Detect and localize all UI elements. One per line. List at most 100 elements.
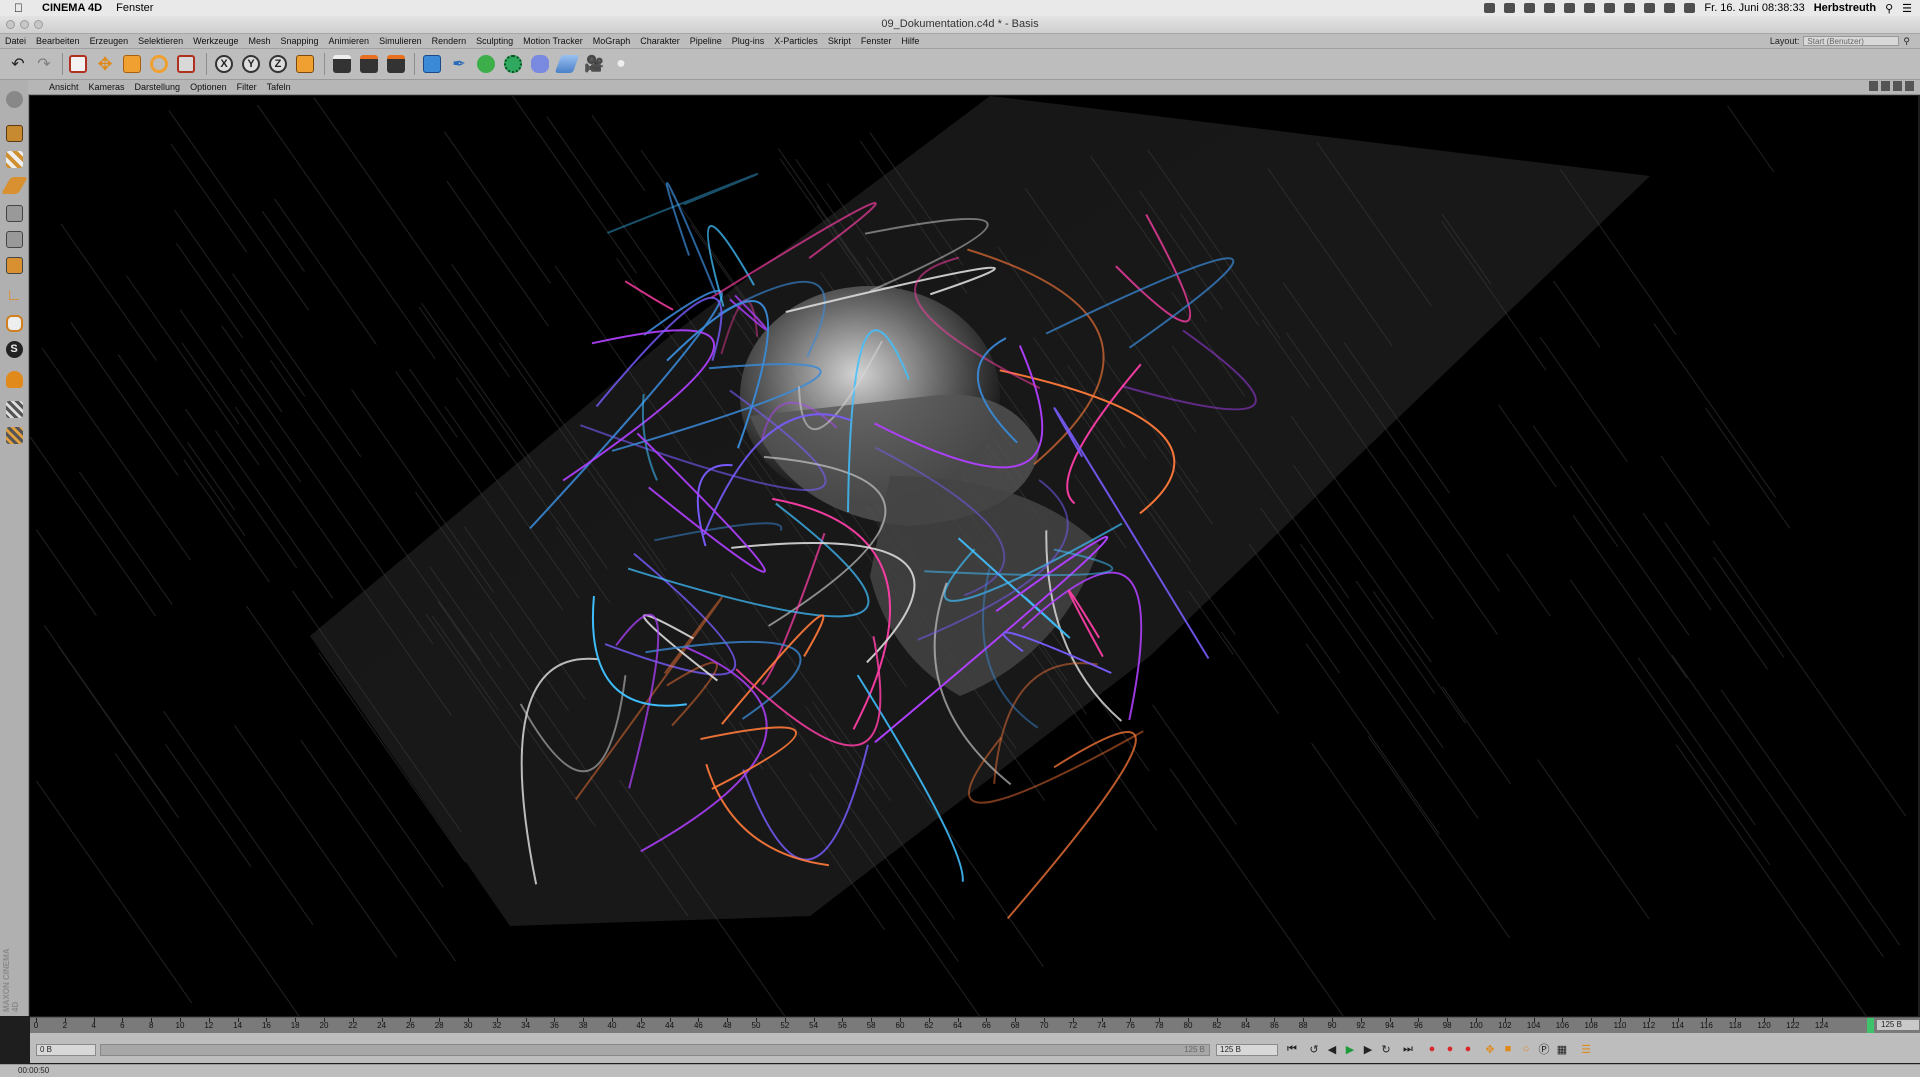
array-button[interactable] (501, 52, 525, 76)
axis-z-button[interactable]: Z (266, 52, 290, 76)
light-button[interactable]: ● (609, 52, 633, 76)
menubar-user[interactable]: Herbstreuth (1814, 2, 1876, 14)
menu-erzeugen[interactable]: Erzeugen (85, 36, 134, 46)
pen-spline-button[interactable]: ✒ (447, 52, 471, 76)
bluetooth-icon[interactable] (1644, 3, 1656, 13)
render-settings-button[interactable] (384, 52, 408, 76)
make-editable-button[interactable] (3, 88, 25, 110)
snapping-button[interactable]: S (3, 338, 25, 360)
menu-x-particles[interactable]: X-Particles (769, 36, 823, 46)
viewport-maximize-icon[interactable] (1905, 81, 1914, 91)
next-frame-button[interactable]: ▶ (1360, 1041, 1376, 1057)
sync-icon[interactable] (1504, 3, 1516, 13)
recent-tool-button[interactable] (174, 52, 198, 76)
menu-mesh[interactable]: Mesh (243, 36, 275, 46)
planar-workplane-button[interactable] (3, 424, 25, 446)
axis-y-button[interactable]: Y (239, 52, 263, 76)
menu-plug-ins[interactable]: Plug-ins (727, 36, 770, 46)
preview-range-slider[interactable]: 125 B (100, 1044, 1210, 1056)
menu-motion-tracker[interactable]: Motion Tracker (518, 36, 588, 46)
menubar-clock[interactable]: Fr. 16. Juni 08:38:33 (1704, 2, 1804, 14)
menu-sculpting[interactable]: Sculpting (471, 36, 518, 46)
axis-x-button[interactable]: X (212, 52, 236, 76)
record-position-button[interactable]: ✥ (1482, 1041, 1498, 1057)
render-view-button[interactable] (330, 52, 354, 76)
app-menu[interactable]: CINEMA 4D (42, 2, 102, 14)
menu-bearbeiten[interactable]: Bearbeiten (31, 36, 85, 46)
search-icon[interactable]: ⚲ (1903, 36, 1910, 47)
viewport-rotate-icon[interactable] (1893, 81, 1902, 91)
prev-keyframe-button[interactable]: ↺ (1306, 1041, 1322, 1057)
deformer-button[interactable] (528, 52, 552, 76)
viewport-zoom-icon[interactable] (1881, 81, 1890, 91)
dropbox-icon[interactable] (1484, 3, 1496, 13)
notification-center-icon[interactable]: ☰ (1902, 2, 1912, 15)
keyframe-selection-button[interactable]: ● (1460, 1041, 1476, 1057)
timeline-window-button[interactable]: ☰ (1578, 1041, 1594, 1057)
redo-button[interactable]: ↷ (32, 52, 56, 76)
scale-tool-button[interactable] (120, 52, 144, 76)
points-mode-button[interactable] (3, 202, 25, 224)
current-frame-marker[interactable] (1867, 1018, 1874, 1033)
move-tool-button[interactable]: ✥ (93, 52, 117, 76)
goto-end-button[interactable]: ⏭ (1400, 1041, 1416, 1057)
menu-fenster[interactable]: Fenster (856, 36, 897, 46)
render-picture-viewer-button[interactable] (357, 52, 381, 76)
subdivision-button[interactable] (474, 52, 498, 76)
wifi-icon[interactable] (1664, 3, 1676, 13)
texture-mode-button[interactable] (3, 148, 25, 170)
end-frame-field[interactable]: 125 B (1216, 1044, 1278, 1056)
menu-werkzeuge[interactable]: Werkzeuge (188, 36, 243, 46)
menu-rendern[interactable]: Rendern (427, 36, 472, 46)
layout-dropdown[interactable]: Start (Benutzer) (1803, 36, 1900, 46)
menu-snapping[interactable]: Snapping (276, 36, 324, 46)
menu-simulieren[interactable]: Simulieren (374, 36, 427, 46)
viewport-menu-kameras[interactable]: Kameras (84, 82, 130, 92)
menu-selektieren[interactable]: Selektieren (133, 36, 188, 46)
menu-pipeline[interactable]: Pipeline (685, 36, 727, 46)
autokey-button[interactable]: ● (1442, 1041, 1458, 1057)
viewport-3d[interactable] (30, 96, 1918, 1016)
menu-datei[interactable]: Datei (0, 36, 31, 46)
viewport-move-icon[interactable] (1869, 81, 1878, 91)
record-rotation-button[interactable]: ○ (1518, 1041, 1534, 1057)
workplane-lock-button[interactable] (3, 398, 25, 420)
menu-skript[interactable]: Skript (823, 36, 856, 46)
live-selection-button[interactable] (66, 52, 90, 76)
rotate-tool-button[interactable] (147, 52, 171, 76)
edges-mode-button[interactable] (3, 228, 25, 250)
camera-button[interactable]: 🎥 (582, 52, 606, 76)
play-button[interactable]: ▶ (1342, 1041, 1358, 1057)
menu-mograph[interactable]: MoGraph (588, 36, 636, 46)
start-frame-field[interactable]: 0 B (36, 1044, 96, 1056)
workplane-mode-button[interactable] (0, 174, 28, 196)
polygons-mode-button[interactable] (3, 254, 25, 276)
record-parameter-button[interactable]: Ⓟ (1536, 1041, 1552, 1057)
viewport-menu-tafeln[interactable]: Tafeln (262, 82, 296, 92)
viewport-menu-filter[interactable]: Filter (232, 82, 262, 92)
undo-button[interactable]: ↶ (6, 52, 30, 76)
cube-button[interactable] (420, 52, 444, 76)
menu-animieren[interactable]: Animieren (324, 36, 375, 46)
menu-hilfe[interactable]: Hilfe (896, 36, 924, 46)
record-scale-button[interactable]: ■ (1500, 1041, 1516, 1057)
coordinate-system-button[interactable] (293, 52, 317, 76)
goto-start-button[interactable]: ⏮ (1284, 1041, 1300, 1057)
timeline-ruler[interactable]: 125 B 0 2 4 6 8 10 12 14 16 18 20 22 24 26 28 30 32 34 36 3… (30, 1017, 1920, 1033)
display-icon[interactable] (1564, 3, 1576, 13)
model-mode-button[interactable] (3, 122, 25, 144)
location-icon[interactable] (1544, 3, 1556, 13)
apple-icon[interactable]:  (14, 1, 28, 15)
timeline-end-field[interactable]: 125 B (1876, 1019, 1920, 1031)
evernote-icon[interactable] (1524, 3, 1536, 13)
next-keyframe-button[interactable]: ↻ (1378, 1041, 1394, 1057)
tweak-mode-button[interactable] (3, 312, 25, 334)
viewport-menu-ansicht[interactable]: Ansicht (44, 82, 84, 92)
spotlight-icon[interactable]: ⚲ (1885, 2, 1893, 15)
magnet-button[interactable] (3, 368, 25, 390)
volume-icon[interactable] (1684, 3, 1696, 13)
prev-frame-button[interactable]: ◀ (1324, 1041, 1340, 1057)
record-active-button[interactable]: ● (1424, 1041, 1440, 1057)
axis-mode-button[interactable]: ∟ (3, 285, 25, 307)
window-menu[interactable]: Fenster (116, 2, 153, 14)
